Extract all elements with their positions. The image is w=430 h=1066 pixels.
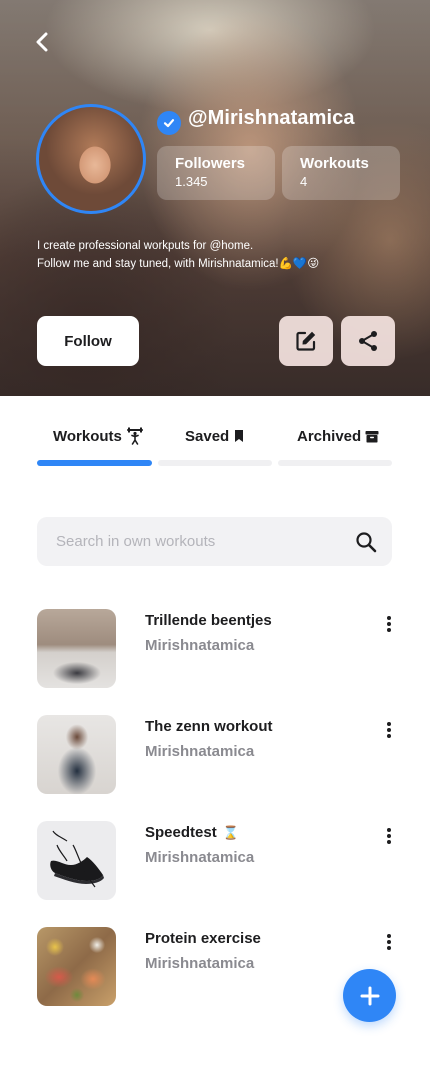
workouts-count: 4 <box>300 174 308 189</box>
more-options-icon[interactable] <box>379 825 399 847</box>
sneaker-image <box>50 830 104 888</box>
workout-thumbnail <box>37 821 116 900</box>
workout-thumbnail <box>37 609 116 688</box>
tab-label: Workouts <box>53 427 122 445</box>
workout-author: Mirishnatamica <box>145 849 255 866</box>
workout-title: Trillende beentjes <box>145 612 272 629</box>
add-workout-button[interactable] <box>343 969 396 1022</box>
tab-label: Saved <box>185 427 230 445</box>
edit-icon <box>296 331 316 351</box>
workout-list-item[interactable]: Trillende beentjes Mirishnatamica <box>37 609 397 689</box>
follow-button[interactable]: Follow <box>37 316 139 366</box>
followers-label: Followers <box>175 155 246 172</box>
tab-indicator-archived <box>278 460 392 466</box>
archive-box-icon <box>365 430 379 442</box>
back-button[interactable] <box>28 28 56 56</box>
more-options-icon[interactable] <box>379 719 399 741</box>
workout-thumbnail <box>37 715 116 794</box>
bio-line: Follow me and stay tuned, with Mirishnat… <box>37 258 320 270</box>
workout-title: Protein exercise <box>145 930 261 947</box>
workouts-label: Workouts <box>300 155 369 172</box>
tab-workouts[interactable]: Workouts <box>53 426 144 446</box>
tab-label: Archived <box>297 427 362 445</box>
search-input[interactable] <box>56 533 354 550</box>
workout-title: Speedtest ⌛ <box>145 824 239 841</box>
workout-title: The zenn workout <box>145 718 273 735</box>
tab-saved[interactable]: Saved <box>185 426 245 446</box>
bio-line: I create professional workputs for @home… <box>37 240 254 252</box>
more-options-icon[interactable] <box>379 931 399 953</box>
workout-author: Mirishnatamica <box>145 743 255 760</box>
workout-list-item[interactable]: Speedtest ⌛ Mirishnatamica <box>37 821 397 901</box>
workout-author: Mirishnatamica <box>145 637 255 654</box>
back-chevron-icon <box>36 32 48 52</box>
followers-count: 1.345 <box>175 174 208 189</box>
profile-header: @Mirishnatamica Followers 1.345 Workouts… <box>0 0 430 396</box>
plus-icon <box>360 986 379 1005</box>
username: @Mirishnatamica <box>188 107 355 129</box>
share-icon <box>359 331 377 351</box>
profile-bio: I create professional workputs for @home… <box>37 237 407 273</box>
workout-author: Mirishnatamica <box>145 955 255 972</box>
tab-archived[interactable]: Archived <box>297 426 379 446</box>
workout-list-item[interactable]: The zenn workout Mirishnatamica <box>37 715 397 795</box>
tab-indicator-saved <box>158 460 272 466</box>
dumbbell-icon <box>126 427 143 445</box>
tab-indicator-workouts <box>37 460 152 466</box>
avatar[interactable] <box>36 104 146 214</box>
followers-stat[interactable]: Followers 1.345 <box>157 146 275 200</box>
share-button[interactable] <box>341 316 395 366</box>
workouts-stat[interactable]: Workouts 4 <box>282 146 400 200</box>
search-icon[interactable] <box>354 530 378 554</box>
verified-check-icon <box>157 111 181 135</box>
bookmark-icon <box>235 430 244 442</box>
search-bar[interactable] <box>37 517 392 566</box>
hourglass-icon: ⌛ <box>222 824 239 840</box>
workout-thumbnail <box>37 927 116 1006</box>
more-options-icon[interactable] <box>379 613 399 635</box>
edit-profile-button[interactable] <box>279 316 333 366</box>
